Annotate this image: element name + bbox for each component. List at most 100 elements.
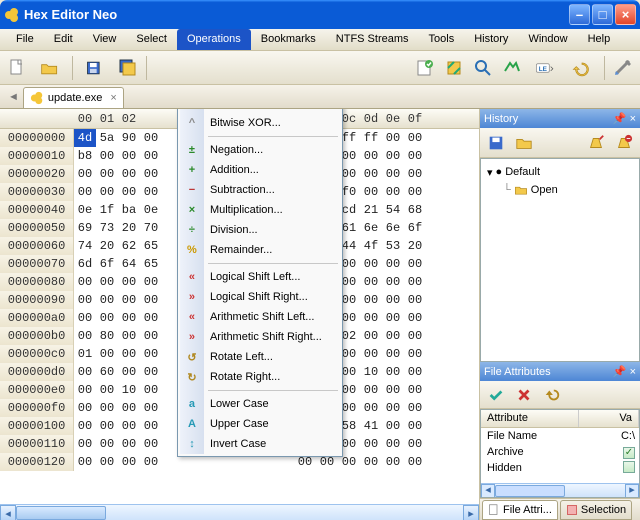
menu-item-multiplication[interactable]: ×Multiplication... [180,200,340,220]
byte-cell[interactable]: 00 [140,363,162,381]
checkbox[interactable] [623,461,635,473]
menu-item-remainder[interactable]: %Remainder... [180,240,340,260]
byte-cell[interactable]: 00 [382,129,404,147]
byte-cell[interactable]: 00 [404,417,426,435]
menu-ntfs-streams[interactable]: NTFS Streams [326,29,419,50]
byte-cell[interactable]: 00 [96,165,118,183]
byte-cell[interactable]: 00 [404,345,426,363]
save-all-button[interactable] [115,55,141,81]
document-tab[interactable]: update.exe × [23,87,124,108]
byte-cell[interactable]: 80 [96,327,118,345]
fa-row[interactable]: Hidden [481,460,639,476]
tab-file-attributes[interactable]: File Attri... [482,500,558,520]
byte-cell[interactable]: 00 [96,345,118,363]
pin-icon[interactable]: 📌 [613,112,627,125]
close-tab-icon[interactable]: × [110,92,116,104]
byte-cell[interactable]: 00 [74,165,96,183]
byte-cell[interactable]: 00 [140,291,162,309]
byte-cell[interactable]: 00 [382,309,404,327]
byte-cell[interactable]: 00 [360,345,382,363]
byte-cell[interactable]: ba [118,201,140,219]
byte-cell[interactable]: 74 [74,237,96,255]
encoding-button[interactable]: LE [528,55,562,81]
byte-cell[interactable]: 54 [382,201,404,219]
byte-cell[interactable]: 00 [118,363,140,381]
byte-cell[interactable]: 00 [382,147,404,165]
byte-cell[interactable]: 00 [404,165,426,183]
byte-cell[interactable]: 21 [360,201,382,219]
byte-cell[interactable]: 00 [96,291,118,309]
byte-cell[interactable]: 6f [96,255,118,273]
fa-row[interactable]: File NameC:\ [481,428,639,444]
byte-cell[interactable]: 69 [74,219,96,237]
open-file-button[interactable] [33,55,67,81]
fa-undo-button[interactable] [539,383,565,407]
history-purge-button[interactable] [611,131,637,155]
byte-cell[interactable]: 00 [74,327,96,345]
fa-value[interactable] [579,461,639,476]
history-tree[interactable]: ▾●Default └ Open [480,158,640,362]
byte-cell[interactable]: 20 [404,237,426,255]
byte-cell[interactable]: 00 [404,381,426,399]
byte-cell[interactable]: 00 [382,435,404,453]
menu-item-addition[interactable]: +Addition... [180,160,340,180]
fa-apply-button[interactable] [483,383,509,407]
byte-cell[interactable]: 00 [404,399,426,417]
byte-cell[interactable]: 00 [118,165,140,183]
history-open-button[interactable] [511,131,537,155]
byte-cell[interactable]: 00 [140,165,162,183]
byte-cell[interactable]: 10 [360,363,382,381]
byte-cell[interactable]: 00 [360,399,382,417]
byte-cell[interactable]: 6f [404,219,426,237]
byte-cell[interactable]: 00 [140,309,162,327]
byte-cell[interactable]: 00 [382,417,404,435]
byte-cell[interactable]: 5a [96,129,118,147]
byte-cell[interactable]: 60 [96,363,118,381]
byte-cell[interactable]: 00 [118,345,140,363]
fa-col-attribute[interactable]: Attribute [481,410,579,427]
byte-cell[interactable]: 0e [140,201,162,219]
scroll-right-button[interactable]: ▸ [463,505,479,520]
menu-item-negation[interactable]: ±Negation... [180,140,340,160]
replace-button[interactable] [499,55,525,81]
byte-cell[interactable]: 73 [96,219,118,237]
fa-scrollbar[interactable]: ◂ ▸ [481,483,639,497]
byte-cell[interactable]: 00 [382,273,404,291]
byte-cell[interactable]: 00 [382,345,404,363]
byte-cell[interactable]: 00 [96,435,118,453]
byte-cell[interactable]: 4f [360,237,382,255]
byte-cell[interactable]: 00 [382,327,404,345]
fa-value[interactable]: C:\ [579,430,639,442]
byte-cell[interactable]: 00 [96,147,118,165]
undo-history-button[interactable] [565,55,599,81]
window-close-button[interactable]: × [615,4,636,25]
byte-cell[interactable]: 65 [140,255,162,273]
history-clear-button[interactable] [583,131,609,155]
byte-cell[interactable]: 00 [118,417,140,435]
byte-cell[interactable]: 1f [96,201,118,219]
byte-cell[interactable]: 00 [74,363,96,381]
byte-cell[interactable]: 00 [404,453,426,471]
byte-cell[interactable]: 00 [140,147,162,165]
tree-root[interactable]: ▾●Default [487,163,633,181]
menu-file[interactable]: File [6,29,44,50]
byte-cell[interactable]: 00 [140,327,162,345]
menu-item-logical-shift-right[interactable]: »Logical Shift Right... [180,287,340,307]
menu-select[interactable]: Select [126,29,177,50]
byte-cell[interactable]: 4d [74,129,96,147]
byte-cell[interactable]: 00 [118,327,140,345]
byte-cell[interactable]: 00 [118,291,140,309]
byte-cell[interactable]: ff [360,129,382,147]
byte-cell[interactable]: 00 [74,273,96,291]
byte-cell[interactable]: 00 [96,183,118,201]
byte-cell[interactable]: 00 [74,435,96,453]
checkbox[interactable]: ✓ [623,447,635,459]
close-icon[interactable]: × [630,366,636,378]
scroll-thumb[interactable] [16,506,106,520]
byte-cell[interactable]: 00 [118,147,140,165]
byte-cell[interactable]: 64 [118,255,140,273]
save-button[interactable] [78,55,112,81]
byte-cell[interactable]: 00 [118,435,140,453]
byte-cell[interactable]: 00 [118,453,140,471]
byte-cell[interactable]: 00 [360,273,382,291]
